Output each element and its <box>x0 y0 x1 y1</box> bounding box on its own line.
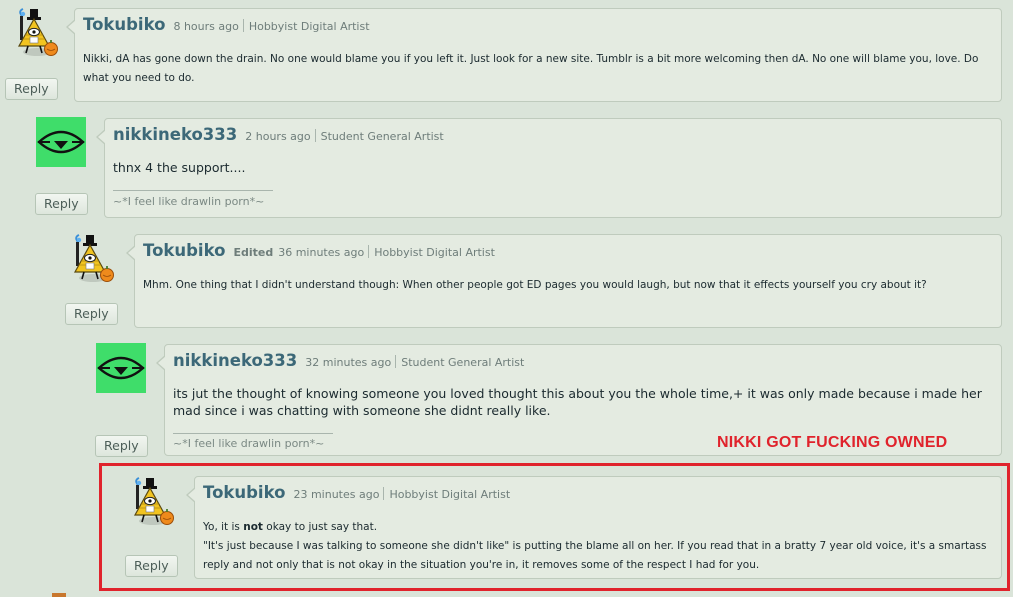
divider <box>242 19 244 32</box>
reply-button[interactable]: Reply <box>125 555 178 577</box>
comment-text: thnx 4 the support.... <box>113 160 246 175</box>
comment-text-part: okay to just say that. <box>262 521 378 533</box>
reply-button[interactable]: Reply <box>5 78 58 100</box>
green-eye-icon[interactable] <box>96 343 146 393</box>
timestamp-link[interactable]: 32 minutes ago <box>305 356 391 369</box>
signature-divider <box>173 433 333 434</box>
divider <box>314 129 316 142</box>
comment-text-paragraph: "It's just because I was talking to some… <box>203 540 987 571</box>
timestamp-link[interactable]: 2 hours ago <box>245 130 310 143</box>
reply-button[interactable]: Reply <box>35 193 88 215</box>
comment-bubble: nikkineko333 2 hours ago Student General A… <box>96 118 1002 218</box>
comment-bubble: Tokubiko 23 minutes ago Hobbyist Digital A… <box>186 476 1002 579</box>
comment-text: Mhm. One thing that I didn't understand … <box>143 279 927 291</box>
signature-divider <box>113 190 273 191</box>
green-eye-icon[interactable] <box>36 117 86 167</box>
comment-header: Tokubiko Edited 36 minutes ago Hobbyist Dig… <box>143 241 495 260</box>
comment-header: nikkineko333 2 hours ago Student General A… <box>113 125 444 144</box>
comment-text-part: Yo, it is <box>203 521 244 533</box>
user-role: Hobbyist Digital Artist <box>374 246 495 259</box>
reply-button[interactable]: Reply <box>95 435 148 457</box>
bill-cipher-pumpkin-icon[interactable] <box>126 477 176 527</box>
user-role: Hobbyist Digital Artist <box>389 488 511 501</box>
comment-header: nikkineko333 32 minutes ago Student Genera… <box>173 351 524 370</box>
reply-button[interactable]: Reply <box>65 303 118 325</box>
bill-cipher-pumpkin-icon[interactable] <box>10 8 60 58</box>
divider <box>368 245 370 258</box>
signature: ~*I feel like drawlin porn*~ <box>113 195 265 208</box>
username-link[interactable]: Tokubiko <box>83 15 165 34</box>
comment-header: Tokubiko 8 hours ago Hobbyist Digital Arti… <box>83 15 370 34</box>
timestamp-link[interactable]: 23 minutes ago <box>293 488 379 501</box>
edited-label: Edited <box>233 246 274 259</box>
divider <box>383 487 385 500</box>
divider <box>395 355 397 368</box>
annotation-text: NIKKI GOT FUCKING OWNED <box>717 434 948 451</box>
next-avatar-edge <box>52 593 66 597</box>
comment-bubble: Tokubiko Edited 36 minutes ago Hobbyist Dig… <box>126 234 1002 328</box>
username-link[interactable]: nikkineko333 <box>173 351 297 370</box>
user-role: Hobbyist Digital Artist <box>248 20 370 33</box>
signature: ~*I feel like drawlin porn*~ <box>173 437 325 450</box>
user-role: Student General Artist <box>401 356 525 369</box>
comment-text: Nikki, dA has gone down the drain. No on… <box>83 53 979 84</box>
timestamp-link[interactable]: 8 hours ago <box>173 20 238 33</box>
user-role: Student General Artist <box>320 130 444 143</box>
comment-text: its jut the thought of knowing someone y… <box>173 386 982 418</box>
comment-header: Tokubiko 23 minutes ago Hobbyist Digital A… <box>203 483 510 502</box>
comment-text-emphasis: not <box>243 521 263 533</box>
username-link[interactable]: nikkineko333 <box>113 125 237 144</box>
username-link[interactable]: Tokubiko <box>143 241 225 260</box>
username-link[interactable]: Tokubiko <box>203 483 285 502</box>
timestamp-link[interactable]: 36 minutes ago <box>278 246 364 259</box>
bill-cipher-pumpkin-icon[interactable] <box>66 234 116 284</box>
comment-bubble: Tokubiko 8 hours ago Hobbyist Digital Arti… <box>66 8 1002 102</box>
comment-text: Yo, it is not okay to just say that. <box>203 518 991 537</box>
